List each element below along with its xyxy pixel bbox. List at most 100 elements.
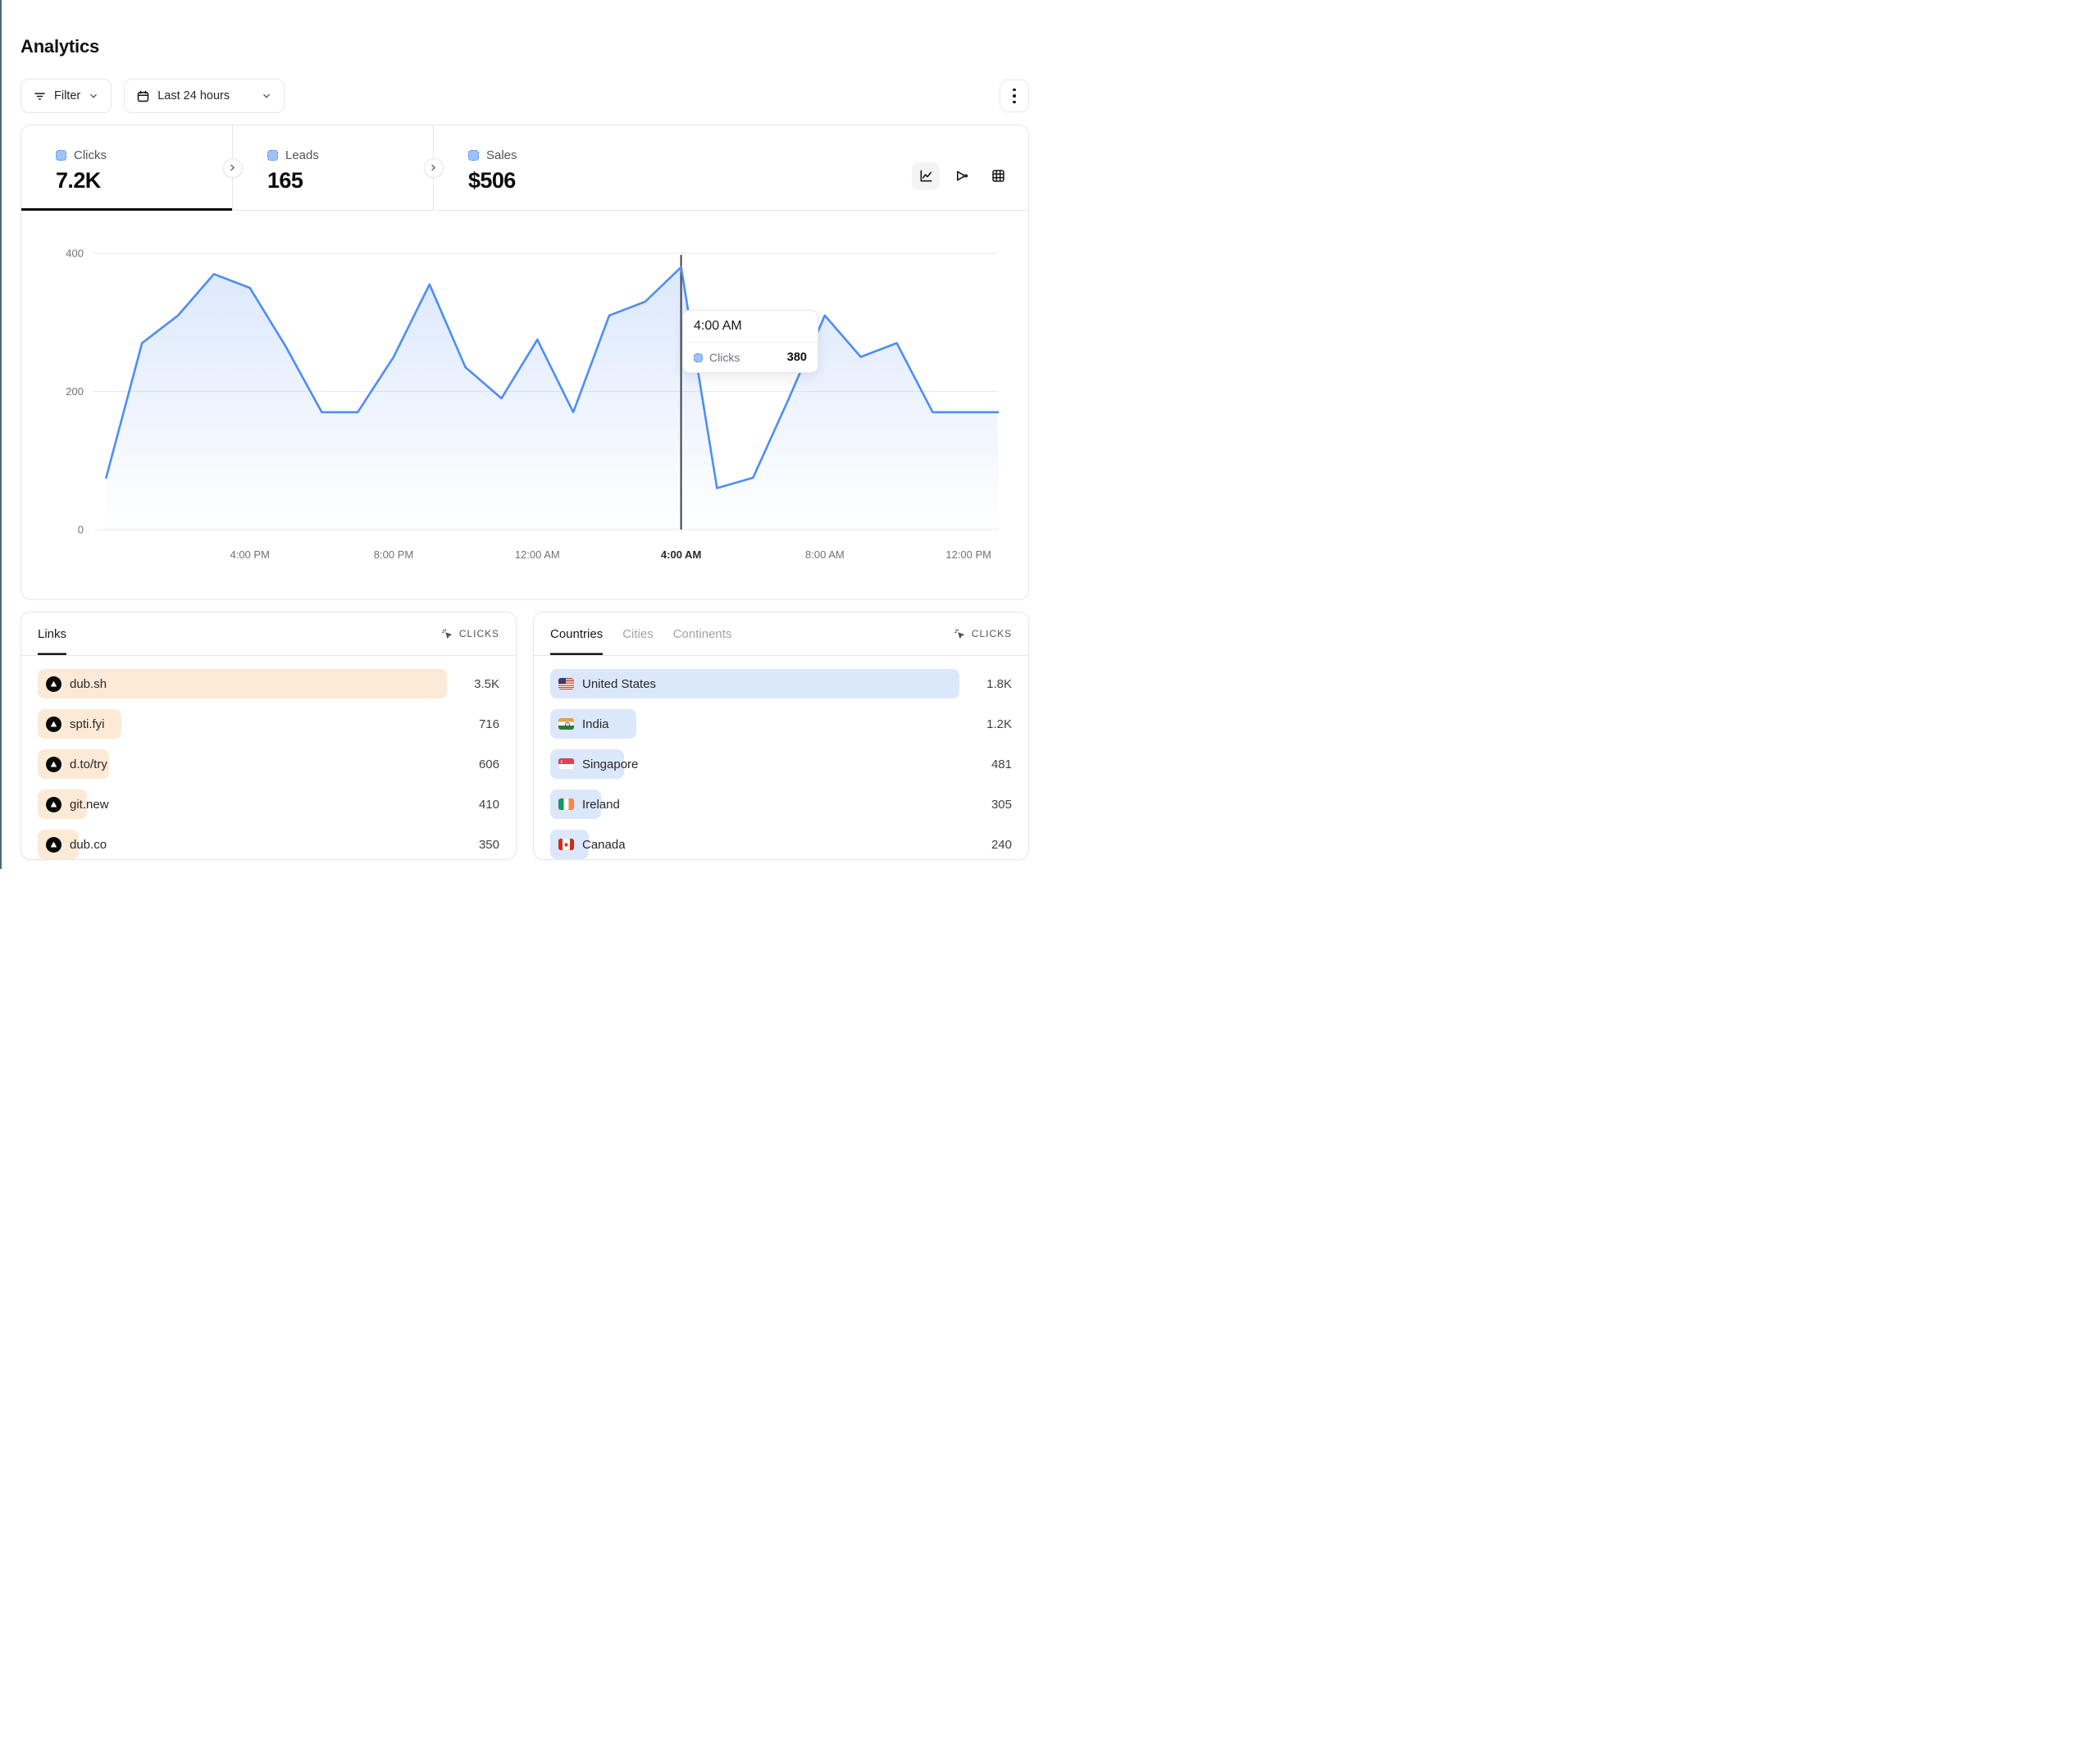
- area-fill: [106, 267, 998, 530]
- grid-table-icon: [991, 168, 1006, 184]
- ie-flag-icon: [558, 798, 574, 810]
- links-metric-label: CLICKS: [459, 628, 499, 639]
- analytics-page: Analytics Filter Last 24 hours: [0, 0, 1050, 869]
- geo-panel: Countries Cities Continents CLICKS United …: [533, 612, 1029, 860]
- clicks-value: 7.2K: [56, 168, 232, 193]
- y-axis-tick: 400: [66, 248, 84, 260]
- more-options-button[interactable]: [1000, 80, 1029, 112]
- x-axis-tick: 12:00 PM: [945, 548, 991, 561]
- link-row[interactable]: spti.fyi 716: [38, 709, 499, 739]
- leads-tab-label: Leads: [285, 148, 319, 162]
- chevron-down-icon: [261, 90, 272, 102]
- funnel-view-button[interactable]: [948, 162, 976, 190]
- sales-tab-label: Sales: [486, 148, 517, 162]
- row-value: 1.8K: [986, 677, 1012, 691]
- row-value: 481: [991, 758, 1012, 771]
- tab-links[interactable]: Links: [38, 612, 66, 655]
- row-value: 240: [991, 838, 1012, 852]
- country-row[interactable]: India 1.2K: [550, 709, 1012, 739]
- geo-metric[interactable]: CLICKS: [954, 628, 1012, 640]
- line-chart-view-button[interactable]: [912, 162, 940, 190]
- row-label: India: [582, 717, 609, 731]
- x-axis-tick: 8:00 PM: [374, 548, 413, 561]
- tooltip-time: 4:00 AM: [683, 311, 818, 343]
- chart-view-switcher: [912, 162, 1012, 190]
- links-list: dub.sh 3.5K spti.fyi 716 d.to/try606 git.new 4…: [21, 656, 516, 859]
- row-value: 3.5K: [474, 677, 499, 691]
- tab-continents[interactable]: Continents: [673, 612, 732, 655]
- link-row[interactable]: dub.sh 3.5K: [38, 669, 499, 698]
- geo-metric-label: CLICKS: [972, 628, 1012, 639]
- dub-logo-icon: [46, 676, 61, 692]
- line-chart-icon: [918, 168, 934, 184]
- ca-flag-icon: [558, 839, 574, 850]
- row-label: spti.fyi: [70, 717, 105, 731]
- leads-legend-swatch: [267, 150, 278, 161]
- filter-bars-icon: [33, 89, 47, 103]
- stats-tabs: Clicks 7.2K Leads 165: [21, 125, 1028, 211]
- cursor-click-icon: [441, 628, 453, 640]
- tooltip-value: 380: [787, 351, 807, 364]
- sales-legend-swatch: [468, 150, 479, 161]
- tab-countries[interactable]: Countries: [550, 612, 603, 655]
- left-accent-edge: [0, 0, 2, 869]
- tab-clicks[interactable]: Clicks 7.2K: [21, 125, 232, 210]
- row-label: dub.sh: [70, 677, 107, 691]
- page-title: Analytics: [20, 36, 1029, 57]
- link-row[interactable]: d.to/try606: [38, 749, 499, 779]
- chevron-down-icon: [88, 90, 99, 102]
- breakdown-panels: Links CLICKS dub.sh 3.5K spti.fyi 716 d.to/t…: [20, 612, 1029, 860]
- date-range-button[interactable]: Last 24 hours: [124, 79, 285, 113]
- x-axis-tick: 8:00 AM: [805, 548, 845, 561]
- row-label: Canada: [582, 838, 626, 852]
- date-range-label: Last 24 hours: [157, 89, 253, 102]
- country-row[interactable]: Ireland 305: [550, 789, 1012, 819]
- links-metric[interactable]: CLICKS: [441, 628, 499, 640]
- in-flag-icon: [558, 718, 574, 730]
- tooltip-series-label: Clicks: [709, 351, 781, 364]
- clicks-area-chart[interactable]: 0 200 400 4:00 PM 8:00 PM 12:00 AM 4:00 AM 8:00…: [21, 211, 1028, 599]
- sg-flag-icon: [558, 758, 574, 770]
- clicks-tab-label: Clicks: [74, 148, 107, 162]
- tab-cities[interactable]: Cities: [622, 612, 654, 655]
- row-label: d.to/try: [70, 758, 107, 771]
- filter-button[interactable]: Filter: [20, 79, 112, 113]
- y-axis-tick: 200: [66, 385, 84, 398]
- y-axis-tick: 0: [78, 524, 84, 536]
- row-label: git.new: [70, 798, 109, 812]
- link-row[interactable]: git.new 410: [38, 789, 499, 819]
- clicks-chart[interactable]: 0 200 400 4:00 PM 8:00 PM 12:00 AM 4:00 AM 8:00…: [21, 211, 1028, 599]
- filter-button-label: Filter: [54, 89, 80, 102]
- link-row[interactable]: dub.co350: [38, 830, 499, 859]
- links-panel: Links CLICKS dub.sh 3.5K spti.fyi 716 d.to/t…: [20, 612, 517, 860]
- country-row[interactable]: United States 1.8K: [550, 669, 1012, 698]
- sales-value: $506: [468, 168, 517, 193]
- x-axis-tick: 4:00 PM: [230, 548, 269, 561]
- chart-tooltip: 4:00 AM Clicks 380: [682, 310, 818, 373]
- dub-logo-icon: [46, 717, 61, 732]
- funnel-icon: [954, 168, 970, 184]
- toolbar: Filter Last 24 hours: [20, 79, 1029, 113]
- leads-value: 165: [267, 168, 433, 193]
- dub-logo-icon: [46, 837, 61, 853]
- x-axis-tick: 12:00 AM: [515, 548, 560, 561]
- geo-list: United States 1.8K India 1.2K Singapore 481 Ir…: [534, 656, 1028, 859]
- row-value: 716: [479, 717, 499, 731]
- country-row[interactable]: Singapore 481: [550, 749, 1012, 779]
- calendar-icon: [136, 89, 150, 103]
- country-row[interactable]: Canada 240: [550, 830, 1012, 859]
- analytics-card: Clicks 7.2K Leads 165: [20, 125, 1029, 600]
- clicks-legend-swatch: [56, 150, 66, 161]
- row-value: 1.2K: [986, 717, 1012, 731]
- row-label: Ireland: [582, 798, 620, 812]
- row-label: Singapore: [582, 758, 638, 771]
- x-axis-tick: 4:00 AM: [661, 548, 701, 561]
- row-value: 410: [479, 798, 499, 812]
- tab-leads[interactable]: Leads 165: [233, 125, 433, 210]
- row-label: United States: [582, 677, 656, 691]
- cursor-click-icon: [954, 628, 966, 640]
- tab-sales[interactable]: Sales $506: [434, 125, 1028, 210]
- table-view-button[interactable]: [984, 162, 1012, 190]
- row-value: 305: [991, 798, 1012, 812]
- row-value: 350: [479, 838, 499, 852]
